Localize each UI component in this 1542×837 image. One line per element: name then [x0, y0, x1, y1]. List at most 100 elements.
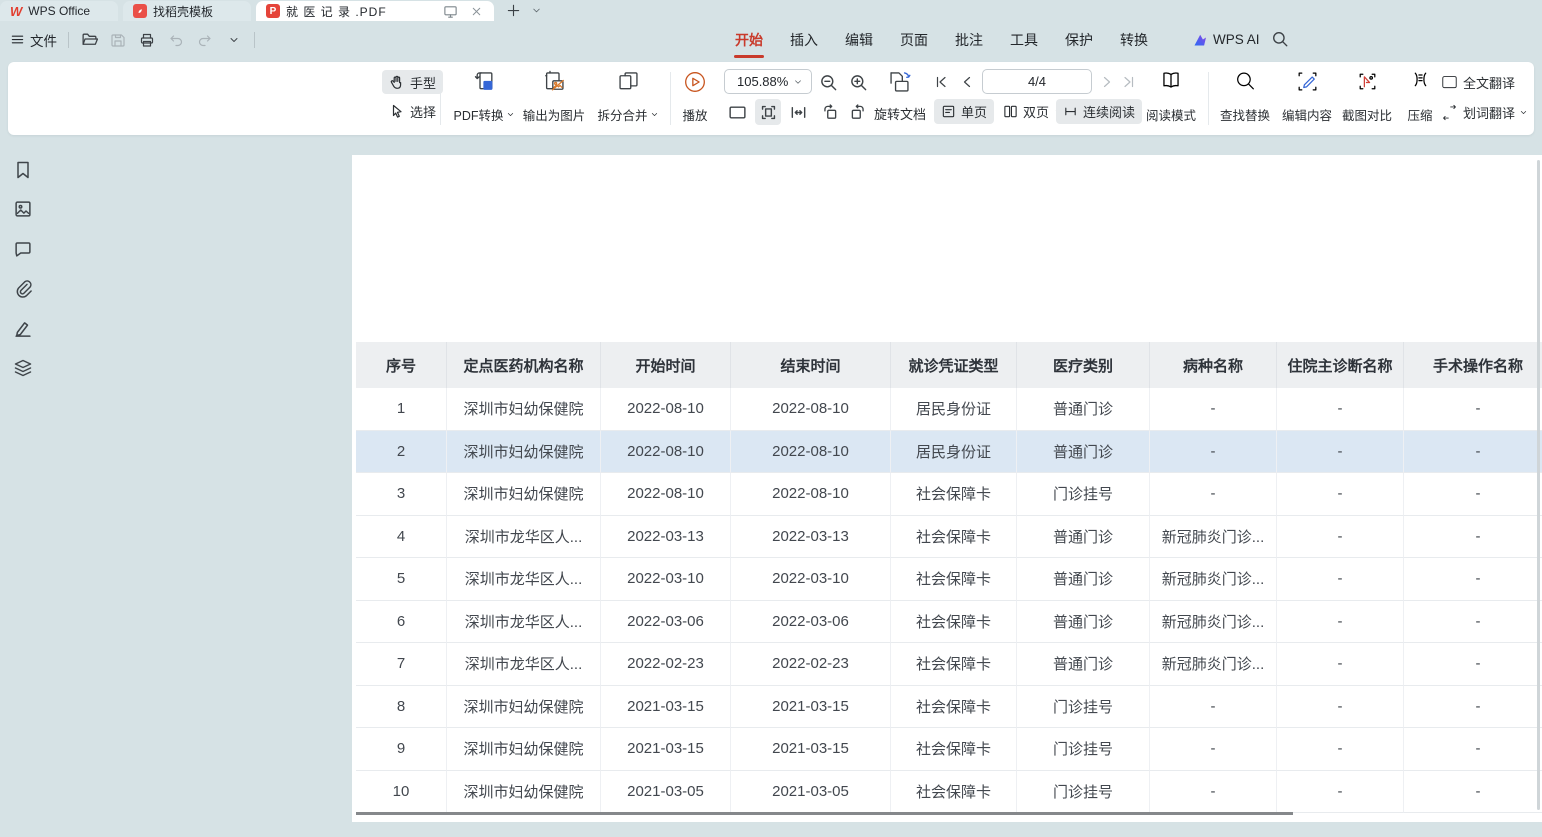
select-tool-button[interactable]: 选择 [382, 99, 443, 123]
table-cell: 2022-03-06 [731, 601, 891, 644]
zoom-select[interactable]: 105.88% [724, 69, 812, 94]
play-button[interactable]: 播放 [672, 67, 718, 130]
chevron-down-icon [793, 77, 803, 87]
page-indicator[interactable]: 4/4 [982, 69, 1092, 94]
find-replace-button[interactable]: 查找替换 [1214, 67, 1276, 130]
zoom-in-button[interactable] [846, 70, 870, 94]
table-cell: 2022-08-10 [601, 388, 731, 431]
close-tab-icon[interactable] [468, 3, 484, 19]
redo-button[interactable] [196, 31, 214, 49]
table-header-cell: 序号 [356, 342, 447, 388]
page-indicator-value: 4/4 [1028, 74, 1046, 89]
pdf-page: 序号定点医药机构名称开始时间结束时间就诊凭证类型医疗类别病种名称住院主诊断名称手… [352, 155, 1542, 822]
rotate-pages-button[interactable] [884, 67, 914, 97]
bookmarks-panel-button[interactable] [13, 160, 33, 180]
table-cell: 深圳市妇幼保健院 [447, 686, 601, 729]
table-cell: 普通门诊 [1017, 643, 1150, 686]
new-tab-button[interactable] [505, 2, 521, 18]
quick-access-chevron-icon[interactable] [225, 31, 243, 49]
table-cell: 居民身份证 [891, 431, 1017, 474]
full-translate-icon: A 字 [1440, 73, 1459, 92]
split-merge-button[interactable]: 拆分合并 [590, 67, 666, 130]
fit-width-button[interactable] [786, 100, 810, 124]
ribbon-tab[interactable]: 保护 [1062, 21, 1096, 58]
thumbnails-panel-button[interactable] [13, 199, 33, 219]
bookmark-icon [13, 160, 33, 180]
table-cell: 6 [356, 601, 447, 644]
word-translate-icon: 文 A [1440, 103, 1459, 122]
save-button[interactable] [109, 31, 127, 49]
chevron-down-icon [506, 110, 515, 119]
compress-button[interactable]: 压缩 [1394, 67, 1446, 130]
attachments-panel-button[interactable] [13, 279, 33, 299]
ribbon-tab[interactable]: 插入 [787, 21, 821, 58]
rotate-doc-label[interactable]: 旋转文档 [874, 104, 926, 123]
comments-panel-button[interactable] [13, 239, 33, 259]
export-image-button[interactable]: 输出为图片 [518, 67, 590, 130]
table-cell: 2022-03-06 [601, 601, 731, 644]
signature-panel-button[interactable] [13, 318, 33, 338]
word-translate-label: 划词翻译 [1463, 103, 1515, 122]
table-cell: 社会保障卡 [891, 686, 1017, 729]
hand-tool-button[interactable]: 手型 [382, 70, 443, 94]
last-page-button[interactable] [1118, 70, 1140, 94]
open-file-button[interactable] [80, 31, 98, 49]
file-menu-button[interactable]: 文件 [10, 30, 57, 50]
window-tabbar: W WPS Office 找稻壳模板 P 就 医 记 录 .PDF [0, 0, 1542, 21]
table-cell: 深圳市妇幼保健院 [447, 388, 601, 431]
layers-panel-button[interactable] [13, 358, 33, 378]
table-cell: 2021-03-05 [601, 771, 731, 814]
word-translate-button[interactable]: 文 A 划词翻译 [1440, 103, 1528, 122]
table-cell: - [1404, 686, 1542, 729]
double-page-icon [1003, 104, 1018, 119]
edit-content-button[interactable]: 编辑内容 [1276, 67, 1338, 130]
export-image-label: 输出为图片 [523, 105, 586, 124]
rotate-left-button[interactable] [818, 100, 842, 124]
table-cell: - [1277, 643, 1404, 686]
ribbon-tab[interactable]: 工具 [1007, 21, 1041, 58]
table-cell: 2022-03-10 [731, 558, 891, 601]
table-horizontal-scrollbar[interactable] [356, 812, 1293, 815]
tab-list-chevron-icon[interactable] [528, 2, 544, 18]
svg-text:文: 文 [1442, 104, 1450, 114]
table-cell: 社会保障卡 [891, 601, 1017, 644]
vertical-scrollbar[interactable] [1537, 160, 1540, 810]
table-cell: 2021-03-15 [731, 728, 891, 771]
table-cell: - [1277, 686, 1404, 729]
rotate-right-button[interactable] [846, 100, 870, 124]
next-page-button[interactable] [1096, 70, 1118, 94]
zoom-out-button[interactable] [816, 70, 840, 94]
monitor-icon[interactable] [442, 3, 458, 19]
table-header-cell: 病种名称 [1150, 342, 1277, 388]
single-page-button[interactable]: 单页 [934, 99, 994, 124]
rotate-right-icon [849, 103, 867, 121]
tab-wps-office[interactable]: W WPS Office [0, 1, 118, 21]
first-page-button[interactable] [930, 70, 952, 94]
actual-size-button[interactable]: 1:1 [726, 100, 749, 124]
previous-page-button[interactable] [956, 70, 978, 94]
read-mode-button[interactable]: 阅读模式 [1138, 67, 1204, 130]
fit-page-button[interactable] [755, 99, 781, 125]
ribbon-tab[interactable]: 编辑 [842, 21, 876, 58]
full-translate-button[interactable]: A 字 全文翻译 [1440, 73, 1515, 92]
pdf-convert-button[interactable]: W PDF转换 [448, 67, 520, 130]
wps-ai-button[interactable]: WPS AI [1192, 21, 1260, 58]
undo-button[interactable] [167, 31, 185, 49]
paperclip-icon [13, 279, 33, 299]
table-cell: - [1277, 728, 1404, 771]
tab-document[interactable]: P 就 医 记 录 .PDF [256, 1, 494, 21]
print-button[interactable] [138, 31, 156, 49]
table-cell: - [1150, 473, 1277, 516]
menu-search-icon[interactable] [1271, 30, 1291, 50]
continuous-read-button[interactable]: 连续阅读 [1056, 99, 1142, 124]
ribbon-tab[interactable]: 页面 [897, 21, 931, 58]
table-cell: 2022-08-10 [601, 431, 731, 474]
table-cell: - [1404, 728, 1542, 771]
ribbon-tab[interactable]: 转换 [1117, 21, 1151, 58]
continuous-read-icon [1063, 104, 1078, 119]
ribbon-tab[interactable]: 批注 [952, 21, 986, 58]
table-cell: - [1277, 473, 1404, 516]
ribbon-tab[interactable]: 开始 [732, 21, 766, 58]
tab-docer[interactable]: 找稻壳模板 [123, 1, 251, 21]
screenshot-compare-button[interactable]: 截图对比 [1336, 67, 1398, 130]
